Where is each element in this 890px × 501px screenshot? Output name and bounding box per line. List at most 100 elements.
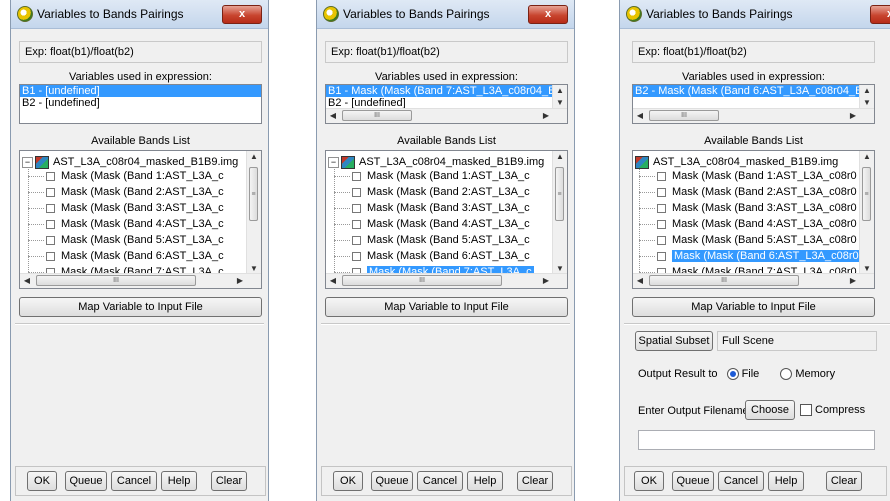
ok-button[interactable]: OK [634,471,664,491]
variables-list[interactable]: B1 - [undefined] B2 - [undefined] [19,84,262,124]
map-variable-button[interactable]: Map Variable to Input File [19,297,262,317]
tree-root-file[interactable]: − AST_L3A_c08r04_masked_B1B9.img [22,155,238,169]
scroll-thumb[interactable]: III [649,110,719,121]
band-item-3[interactable]: Mask (Mask (Band 3:AST_L3A_c [334,201,530,216]
clear-button[interactable]: Clear [826,471,862,491]
band-item-4[interactable]: Mask (Mask (Band 4:AST_L3A_c [28,217,224,232]
help-button[interactable]: Help [768,471,804,491]
map-variable-button[interactable]: Map Variable to Input File [632,297,875,317]
tree-vertical-scrollbar[interactable]: ▲ ≡ ▼ [859,151,874,275]
variable-item-b1[interactable]: B1 - Mask (Mask (Band 7:AST_L3A_c08r04_B… [326,85,563,97]
band-item-6[interactable]: Mask (Mask (Band 6:AST_L3A_c08r0 [639,249,861,264]
scroll-up-icon[interactable]: ▲ [860,85,874,97]
scroll-thumb[interactable]: III [342,275,502,286]
band-item-4[interactable]: Mask (Mask (Band 4:AST_L3A_c [334,217,530,232]
scroll-up-icon[interactable]: ▲ [553,85,567,97]
compress-checkbox[interactable] [800,404,812,417]
choose-button[interactable]: Choose [745,400,795,420]
queue-button[interactable]: Queue [371,471,413,491]
collapse-icon[interactable]: − [22,156,33,168]
bands-tree[interactable]: AST_L3A_c08r04_masked_B1B9.img Mask (Mas… [632,150,875,289]
ok-button[interactable]: OK [27,471,57,491]
tree-root-file[interactable]: − AST_L3A_c08r04_masked_B1B9.img [328,155,544,169]
collapse-icon[interactable]: − [328,156,339,168]
tree-vertical-scrollbar[interactable]: ▲ ≡ ▼ [552,151,567,275]
close-button[interactable]: x [222,5,262,24]
scroll-thumb[interactable]: III [36,275,196,286]
scroll-up-icon[interactable]: ▲ [247,151,261,163]
cancel-button[interactable]: Cancel [718,471,764,491]
band-item-6[interactable]: Mask (Mask (Band 6:AST_L3A_c [334,249,530,264]
tree-root-file[interactable]: AST_L3A_c08r04_masked_B1B9.img [635,155,838,169]
bands-tree[interactable]: − AST_L3A_c08r04_masked_B1B9.img Mask (Ma… [19,150,262,289]
clear-button[interactable]: Clear [517,471,553,491]
help-button[interactable]: Help [467,471,503,491]
scroll-right-icon[interactable]: ▶ [846,274,860,288]
title-bar[interactable]: Variables to Bands Pairings x [11,0,268,29]
band-item-2[interactable]: Mask (Mask (Band 2:AST_L3A_c08r0 [639,185,857,200]
scroll-thumb[interactable]: III [342,110,412,121]
file-radio[interactable] [726,368,739,381]
map-variable-button[interactable]: Map Variable to Input File [325,297,568,317]
help-button[interactable]: Help [161,471,197,491]
scroll-right-icon[interactable]: ▶ [539,274,553,288]
queue-button[interactable]: Queue [672,471,714,491]
band-item-2[interactable]: Mask (Mask (Band 2:AST_L3A_c [334,185,530,200]
scroll-up-icon[interactable]: ▲ [860,151,874,163]
variable-item-b2[interactable]: B2 - Mask (Mask (Band 6:AST_L3A_c08r04_B… [633,85,870,97]
spatial-subset-button[interactable]: Spatial Subset [635,331,713,351]
variable-item-b2[interactable]: B2 - [undefined] [20,97,261,109]
bands-label: Available Bands List [397,135,496,147]
memory-radio[interactable] [780,368,793,381]
variables-vertical-scrollbar[interactable]: ▲ ▼ [552,85,567,109]
scroll-right-icon[interactable]: ▶ [539,109,553,123]
scroll-left-icon[interactable]: ◀ [633,109,647,123]
tree-horizontal-scrollbar[interactable]: ◀ III ▶ [633,273,874,288]
band-item-1[interactable]: Mask (Mask (Band 1:AST_L3A_c [334,169,530,184]
scroll-thumb[interactable]: ≡ [862,167,871,221]
band-item-1[interactable]: Mask (Mask (Band 1:AST_L3A_c [28,169,224,184]
output-filename-input[interactable] [638,430,875,450]
ok-button[interactable]: OK [333,471,363,491]
title-bar[interactable]: Variables to Bands Pairings x [620,0,890,29]
scroll-left-icon[interactable]: ◀ [326,274,340,288]
tree-vertical-scrollbar[interactable]: ▲ ≡ ▼ [246,151,261,275]
dialog-1: Variables to Bands Pairings x Exp: float… [10,0,269,501]
band-item-5[interactable]: Mask (Mask (Band 5:AST_L3A_c [28,233,224,248]
band-item-3[interactable]: Mask (Mask (Band 3:AST_L3A_c08r0 [639,201,857,216]
band-checkbox-icon [46,203,55,213]
close-button[interactable]: x [870,5,890,24]
clear-button[interactable]: Clear [211,471,247,491]
band-item-4[interactable]: Mask (Mask (Band 4:AST_L3A_c08r0 [639,217,857,232]
band-item-5[interactable]: Mask (Mask (Band 5:AST_L3A_c08r0 [639,233,857,248]
output-label: Output Result to [638,368,718,380]
tree-horizontal-scrollbar[interactable]: ◀ III ▶ [20,273,261,288]
close-button[interactable]: x [528,5,568,24]
bands-tree[interactable]: − AST_L3A_c08r04_masked_B1B9.img Mask (Ma… [325,150,568,289]
scroll-right-icon[interactable]: ▶ [233,274,247,288]
scroll-left-icon[interactable]: ◀ [633,274,647,288]
variables-list[interactable]: B1 - Mask (Mask (Band 7:AST_L3A_c08r04_B… [325,84,568,124]
queue-button[interactable]: Queue [65,471,107,491]
variables-list[interactable]: B2 - Mask (Mask (Band 6:AST_L3A_c08r04_B… [632,84,875,124]
variable-item-b1[interactable]: B1 - [undefined] [20,85,261,97]
band-item-5[interactable]: Mask (Mask (Band 5:AST_L3A_c [334,233,530,248]
scroll-thumb[interactable]: ≡ [249,167,258,221]
scroll-thumb[interactable]: ≡ [555,167,564,221]
scroll-right-icon[interactable]: ▶ [846,109,860,123]
band-item-2[interactable]: Mask (Mask (Band 2:AST_L3A_c [28,185,224,200]
variables-horizontal-scrollbar[interactable]: ◀ III ▶ [326,108,567,123]
band-item-3[interactable]: Mask (Mask (Band 3:AST_L3A_c [28,201,224,216]
scroll-left-icon[interactable]: ◀ [20,274,34,288]
scroll-up-icon[interactable]: ▲ [553,151,567,163]
title-bar[interactable]: Variables to Bands Pairings x [317,0,574,29]
scroll-thumb[interactable]: III [649,275,799,286]
cancel-button[interactable]: Cancel [417,471,463,491]
band-item-6[interactable]: Mask (Mask (Band 6:AST_L3A_c [28,249,224,264]
variables-horizontal-scrollbar[interactable]: ◀ III ▶ [633,108,874,123]
tree-horizontal-scrollbar[interactable]: ◀ III ▶ [326,273,567,288]
cancel-button[interactable]: Cancel [111,471,157,491]
band-item-1[interactable]: Mask (Mask (Band 1:AST_L3A_c08r0 [639,169,857,184]
variables-vertical-scrollbar[interactable]: ▲ ▼ [859,85,874,109]
scroll-left-icon[interactable]: ◀ [326,109,340,123]
